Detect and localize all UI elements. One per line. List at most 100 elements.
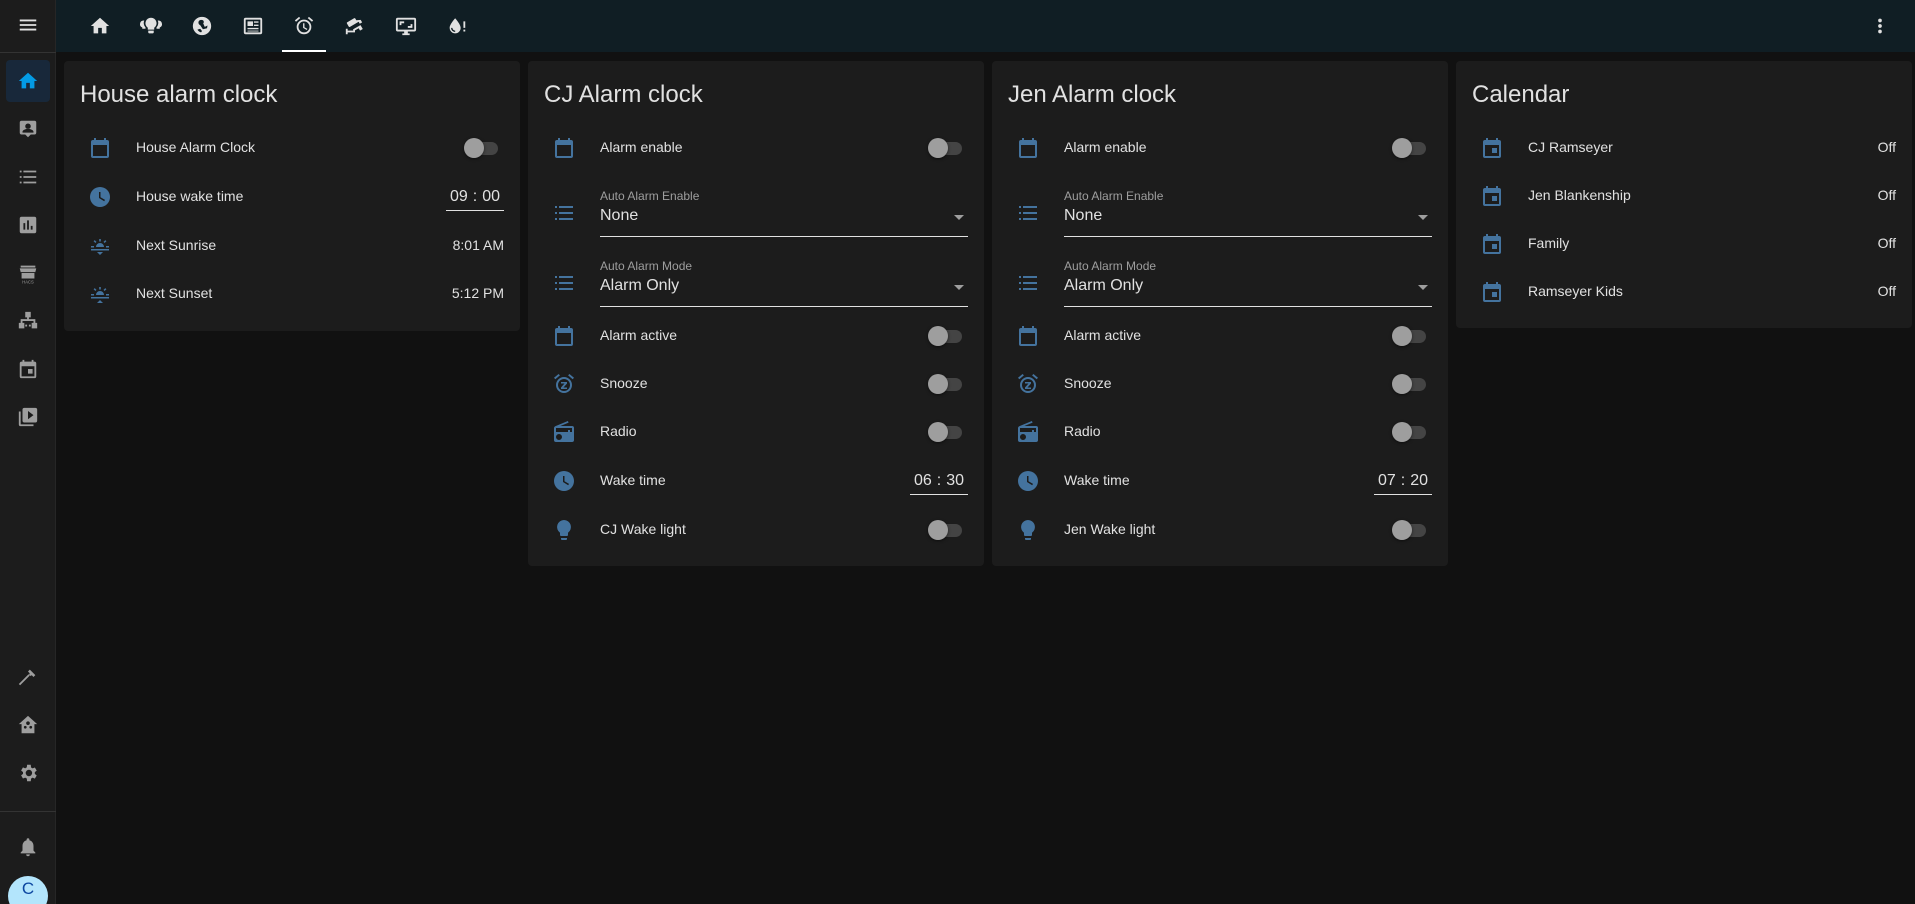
hour-value[interactable]: 07 xyxy=(1378,472,1396,490)
alarm-enable-toggle[interactable] xyxy=(1392,138,1428,158)
toggle-knob xyxy=(1392,520,1412,540)
snooze-row[interactable]: Snooze xyxy=(528,364,984,404)
alarm-enable-row[interactable]: Alarm enable xyxy=(528,128,984,168)
sidebar-item-list[interactable] xyxy=(6,156,50,198)
tab-water[interactable] xyxy=(433,0,481,52)
entity-label: Radio xyxy=(1064,423,1101,439)
monitor-icon xyxy=(395,17,417,36)
calendar-row[interactable]: Family Off xyxy=(1456,224,1912,264)
snooze-toggle[interactable] xyxy=(928,374,964,394)
tab-cameras[interactable] xyxy=(331,0,379,52)
entity-value: Off xyxy=(1877,187,1896,203)
toggle-knob xyxy=(1392,326,1412,346)
wake-light-toggle[interactable] xyxy=(1392,520,1428,540)
wake-light-row[interactable]: Jen Wake light xyxy=(992,510,1448,550)
sidebar-item-hacs[interactable]: HACS xyxy=(6,252,50,294)
lightbulb-icon xyxy=(1016,518,1040,542)
auto-alarm-mode-select[interactable]: Auto Alarm Mode Alarm Only xyxy=(1064,255,1432,307)
menu-toggle-button[interactable] xyxy=(6,4,50,46)
auto-alarm-enable-select[interactable]: Auto Alarm Enable None xyxy=(1064,185,1432,237)
snooze-toggle[interactable] xyxy=(1392,374,1428,394)
radio-toggle[interactable] xyxy=(1392,422,1428,442)
clock-icon xyxy=(1016,469,1040,493)
radio-row[interactable]: Radio xyxy=(528,412,984,452)
house-alarm-card: House alarm clock House Alarm Clock Hous… xyxy=(64,61,520,331)
hour-value[interactable]: 09 xyxy=(450,188,468,206)
toggle-knob xyxy=(464,138,484,158)
chevron-down-icon xyxy=(1418,285,1428,290)
wake-time-input[interactable]: 06:30 xyxy=(909,463,968,495)
calendar-row[interactable]: Ramseyer Kids Off xyxy=(1456,272,1912,312)
house-wake-time-input[interactable]: 09:00 xyxy=(445,179,504,211)
house-alarm-clock-toggle[interactable] xyxy=(464,138,500,158)
auto-alarm-mode-select[interactable]: Auto Alarm Mode Alarm Only xyxy=(600,255,968,307)
newspaper-icon xyxy=(243,17,263,35)
auto-alarm-enable-row: Auto Alarm Enable None xyxy=(528,185,984,237)
calendar-card: Calendar CJ Ramseyer Off Jen Blankenship… xyxy=(1456,61,1912,328)
entity-label: House Alarm Clock xyxy=(136,139,256,155)
entity-value: 5:12 PM xyxy=(451,285,504,301)
calendar-icon xyxy=(1480,280,1504,304)
home-icon xyxy=(90,17,110,34)
card-title: House alarm clock xyxy=(80,81,278,108)
card-title: Calendar xyxy=(1472,81,1570,108)
calendar-icon xyxy=(1480,136,1504,160)
tab-climate[interactable] xyxy=(178,0,226,52)
toggle-knob xyxy=(928,422,948,442)
alarm-active-row[interactable]: Alarm active xyxy=(992,316,1448,356)
format-list-icon xyxy=(552,201,576,225)
lightbulb-group-icon xyxy=(140,17,162,34)
minute-value[interactable]: 30 xyxy=(946,472,964,490)
header-tabs xyxy=(56,0,1915,52)
minute-value[interactable]: 00 xyxy=(482,188,500,206)
sidebar-item-dashboard[interactable] xyxy=(6,108,50,150)
sidebar-item-developer[interactable] xyxy=(6,656,50,698)
sidebar-item-settings[interactable] xyxy=(6,752,50,794)
radio-row[interactable]: Radio xyxy=(992,412,1448,452)
sidebar-item-media[interactable] xyxy=(6,396,50,438)
overflow-menu-button[interactable] xyxy=(1858,4,1902,48)
sidebar-item-history[interactable] xyxy=(6,204,50,246)
snooze-row[interactable]: Snooze xyxy=(992,364,1448,404)
next-sunset-row[interactable]: Next Sunset 5:12 PM xyxy=(64,274,520,314)
tab-lights[interactable] xyxy=(127,0,175,52)
entity-label: Alarm active xyxy=(1064,327,1142,343)
alarm-active-toggle[interactable] xyxy=(928,326,964,346)
select-label: Auto Alarm Enable xyxy=(1064,189,1164,203)
radio-toggle[interactable] xyxy=(928,422,964,442)
auto-alarm-enable-select[interactable]: Auto Alarm Enable None xyxy=(600,185,968,237)
sidebar-item-notifications[interactable] xyxy=(6,826,50,868)
alarm-enable-toggle[interactable] xyxy=(928,138,964,158)
calendar-icon xyxy=(1480,232,1504,256)
format-list-icon xyxy=(1016,201,1040,225)
wake-light-row[interactable]: CJ Wake light xyxy=(528,510,984,550)
sidebar-item-network[interactable] xyxy=(6,300,50,342)
calendar-row[interactable]: Jen Blankenship Off xyxy=(1456,176,1912,216)
wake-light-toggle[interactable] xyxy=(928,520,964,540)
alarm-active-row[interactable]: Alarm active xyxy=(528,316,984,356)
alarm-enable-row[interactable]: Alarm enable xyxy=(992,128,1448,168)
radio-icon xyxy=(552,420,576,444)
wake-time-input[interactable]: 07:20 xyxy=(1373,463,1432,495)
house-alarm-clock-row[interactable]: House Alarm Clock xyxy=(64,128,520,168)
select-underline xyxy=(600,306,968,307)
sidebar-item-overview[interactable] xyxy=(6,60,50,102)
tab-news[interactable] xyxy=(229,0,277,52)
entity-label: Jen Blankenship xyxy=(1528,187,1631,203)
tab-display[interactable] xyxy=(382,0,430,52)
home-assistant-icon xyxy=(18,715,38,734)
tab-home[interactable] xyxy=(76,0,124,52)
avatar[interactable]: C xyxy=(8,876,48,904)
hour-value[interactable]: 06 xyxy=(914,472,932,490)
alarm-active-toggle[interactable] xyxy=(1392,326,1428,346)
format-list-icon xyxy=(552,271,576,295)
next-sunrise-row[interactable]: Next Sunrise 8:01 AM xyxy=(64,226,520,266)
entity-label: Jen Wake light xyxy=(1064,521,1156,537)
calendar-row[interactable]: CJ Ramseyer Off xyxy=(1456,128,1912,168)
sidebar-item-calendar[interactable] xyxy=(6,348,50,390)
tab-alarm[interactable] xyxy=(280,0,328,52)
entity-label: Family xyxy=(1528,235,1570,251)
entity-label: Ramseyer Kids xyxy=(1528,283,1623,299)
minute-value[interactable]: 20 xyxy=(1410,472,1428,490)
sidebar-item-supervisor[interactable] xyxy=(6,704,50,746)
